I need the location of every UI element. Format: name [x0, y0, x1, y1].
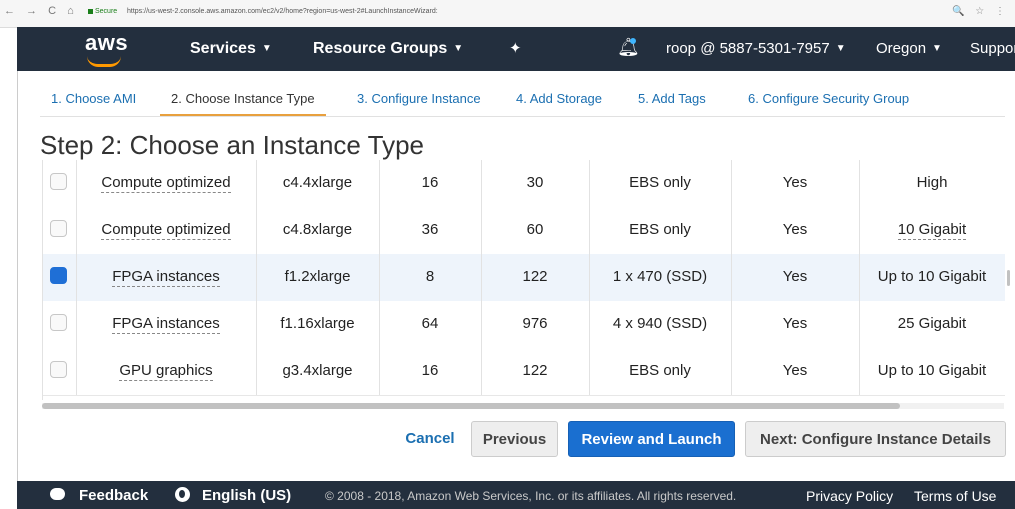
family-cell[interactable]: FPGA instances [76, 301, 257, 348]
services-menu[interactable]: Services ▼ [190, 40, 272, 58]
memory-cell: 976 [481, 301, 590, 348]
vcpu-cell: 64 [379, 301, 482, 348]
row-checkbox[interactable] [50, 314, 67, 331]
table-row[interactable]: FPGA instances f1.16xlarge 64 976 4 x 94… [43, 301, 1005, 349]
aws-logo[interactable]: aws [85, 30, 128, 67]
privacy-policy-link[interactable]: Privacy Policy [806, 488, 893, 504]
cancel-button[interactable]: Cancel [398, 421, 462, 457]
account-menu[interactable]: roop @ 5887-5301-7957 ▼ [666, 40, 846, 57]
address-bar[interactable]: https://us-west-2.console.aws.amazon.com… [127, 8, 438, 15]
type-cell: f1.16xlarge [256, 301, 380, 348]
tab-add-tags[interactable]: 5. Add Tags [627, 84, 717, 116]
pin-icon[interactable]: ✦ [509, 39, 522, 57]
instance-type-table: Compute optimized c4.4xlarge 16 30 EBS o… [42, 160, 1005, 400]
ebs-optimized-cell: Yes [731, 301, 860, 348]
aws-smile-icon [87, 56, 121, 67]
browser-toolbar: ← → C ⌂ Secure https://us-west-2.console… [0, 0, 1015, 28]
tabs-divider [40, 116, 1005, 117]
memory-cell: 122 [481, 348, 590, 395]
vcpu-cell: 36 [379, 207, 482, 254]
family-cell[interactable]: Compute optimized [76, 207, 257, 254]
page-title: Step 2: Choose an Instance Type [40, 130, 425, 160]
storage-cell: EBS only [589, 207, 732, 254]
family-cell[interactable]: GPU graphics [76, 348, 257, 395]
resource-groups-menu[interactable]: Resource Groups ▼ [313, 40, 463, 58]
row-checkbox-checked[interactable] [50, 267, 67, 284]
row-checkbox[interactable] [50, 361, 67, 378]
family-cell[interactable]: FPGA instances [76, 254, 257, 301]
type-cell: f1.2xlarge [256, 254, 380, 301]
memory-cell: 30 [481, 160, 590, 207]
globe-icon [175, 487, 190, 502]
browser-nav-icons[interactable]: ← → C ⌂ [4, 5, 78, 17]
next-configure-instance-button[interactable]: Next: Configure Instance Details [745, 421, 1006, 457]
chevron-down-icon: ▼ [932, 43, 942, 54]
footer: Feedback English (US) © 2008 - 2018, Ama… [17, 481, 1015, 509]
tab-choose-instance-type[interactable]: 2. Choose Instance Type [160, 84, 326, 116]
vcpu-cell: 16 [379, 160, 482, 207]
type-cell: g3.4xlarge [256, 348, 380, 395]
region-menu[interactable]: Oregon ▼ [876, 40, 942, 57]
browser-action-icons[interactable]: 🔍 ☆ ⋮ [952, 6, 1009, 17]
tab-add-storage[interactable]: 4. Add Storage [505, 84, 613, 116]
previous-button[interactable]: Previous [471, 421, 558, 457]
table-row[interactable]: Compute optimized c4.8xlarge 36 60 EBS o… [43, 207, 1005, 255]
chevron-down-icon: ▼ [453, 43, 464, 54]
network-cell: 25 Gigabit [897, 315, 967, 332]
family-cell[interactable]: Compute optimized [76, 160, 257, 207]
network-cell: Up to 10 Gigabit [877, 362, 987, 379]
network-cell: High [916, 174, 948, 191]
memory-cell: 60 [481, 207, 590, 254]
terms-of-use-link[interactable]: Terms of Use [914, 488, 996, 504]
ebs-optimized-cell: Yes [731, 207, 860, 254]
tab-configure-security-group[interactable]: 6. Configure Security Group [737, 84, 920, 116]
storage-cell: 1 x 470 (SSD) [589, 254, 732, 301]
table-row-selected[interactable]: FPGA instances f1.2xlarge 8 122 1 x 470 … [43, 254, 1005, 302]
notifications-bell-icon[interactable]: 🔔︎ [617, 37, 640, 58]
table-row[interactable]: GPU graphics g3.4xlarge 16 122 EBS only … [43, 348, 1005, 396]
copyright-text: © 2008 - 2018, Amazon Web Services, Inc.… [325, 489, 737, 503]
storage-cell: EBS only [589, 160, 732, 207]
storage-cell: EBS only [589, 348, 732, 395]
horizontal-scrollbar[interactable] [42, 403, 1004, 409]
aws-top-nav: aws Services ▼ Resource Groups ▼ ✦ 🔔︎ roop… [17, 27, 1015, 71]
notification-dot [630, 38, 636, 44]
language-selector[interactable]: English (US) [202, 487, 291, 504]
vertical-scrollbar-thumb[interactable] [1007, 270, 1010, 286]
ebs-optimized-cell: Yes [731, 254, 860, 301]
network-cell[interactable]: 10 Gigabit [859, 207, 1005, 254]
secure-indicator: Secure [88, 8, 117, 15]
feedback-link[interactable]: Feedback [79, 487, 148, 504]
memory-cell: 122 [481, 254, 590, 301]
network-cell: Up to 10 Gigabit [877, 268, 987, 285]
row-checkbox[interactable] [50, 220, 67, 237]
chevron-down-icon: ▼ [835, 43, 846, 54]
vcpu-cell: 8 [379, 254, 482, 301]
table-row[interactable]: Compute optimized c4.4xlarge 16 30 EBS o… [43, 160, 1005, 208]
lock-icon [88, 8, 93, 14]
ebs-optimized-cell: Yes [731, 160, 860, 207]
chevron-down-icon: ▼ [261, 43, 272, 54]
type-cell: c4.8xlarge [256, 207, 380, 254]
tab-configure-instance[interactable]: 3. Configure Instance [346, 84, 492, 116]
type-cell: c4.4xlarge [256, 160, 380, 207]
tab-choose-ami[interactable]: 1. Choose AMI [40, 84, 147, 116]
support-menu[interactable]: Suppor [970, 40, 1015, 57]
storage-cell: 4 x 940 (SSD) [589, 301, 732, 348]
ebs-optimized-cell: Yes [731, 348, 860, 395]
review-and-launch-button[interactable]: Review and Launch [568, 421, 735, 457]
page-left-border [17, 71, 18, 481]
vcpu-cell: 16 [379, 348, 482, 395]
row-checkbox[interactable] [50, 173, 67, 190]
scrollbar-thumb[interactable] [42, 403, 900, 409]
feedback-bubble-icon [50, 488, 65, 500]
